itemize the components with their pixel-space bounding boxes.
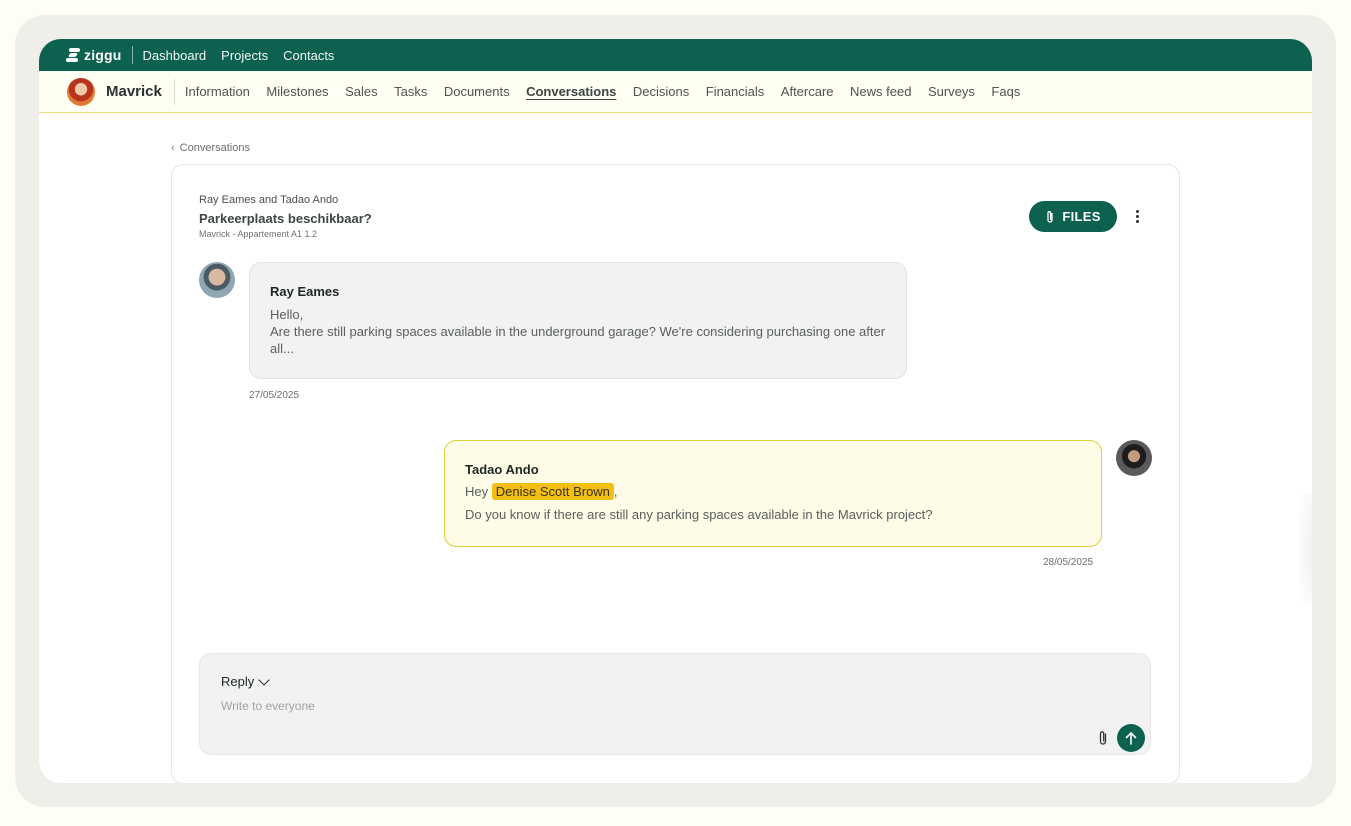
chevron-left-icon: ‹ <box>171 142 175 154</box>
tab-sales[interactable]: Sales <box>345 84 378 99</box>
message-line: Do you know if there are still any parki… <box>465 507 933 522</box>
send-button[interactable] <box>1117 724 1145 752</box>
paperclip-icon <box>1047 210 1053 223</box>
message-line: Are there still parking spaces available… <box>270 324 886 356</box>
conversation-participants: Ray Eames and Tadao Ando <box>199 194 339 206</box>
reply-mode-dropdown[interactable]: Reply <box>221 673 270 689</box>
tab-information[interactable]: Information <box>185 84 250 99</box>
tab-milestones[interactable]: Milestones <box>266 84 328 99</box>
reply-label: Reply <box>221 674 255 689</box>
message-author: Tadao Ando <box>465 462 539 477</box>
topbar-divider <box>131 46 133 64</box>
ziggu-logo[interactable]: ziggu <box>66 47 122 63</box>
nav-contacts[interactable]: Contacts <box>283 48 334 63</box>
message-incoming: Ray Eames Hello, Are there still parking… <box>249 262 907 379</box>
more-options-icon[interactable] <box>1130 205 1144 227</box>
breadcrumb[interactable]: ‹ Conversations <box>171 142 250 154</box>
tab-faqs[interactable]: Faqs <box>991 84 1020 99</box>
message-date: 27/05/2025 <box>249 390 300 401</box>
files-button[interactable]: FILES <box>1029 201 1117 232</box>
attach-icon[interactable] <box>1097 730 1109 746</box>
tab-conversations[interactable]: Conversations <box>526 84 616 99</box>
tab-aftercare[interactable]: Aftercare <box>781 84 834 99</box>
project-name[interactable]: Mavrick <box>106 83 162 100</box>
project-tabs: Information Milestones Sales Tasks Docum… <box>185 84 1020 99</box>
avatar-tadao-ando <box>1116 440 1152 476</box>
nav-projects[interactable]: Projects <box>221 48 268 63</box>
tab-news-feed[interactable]: News feed <box>850 84 911 99</box>
main-nav: Dashboard Projects Contacts <box>143 48 335 63</box>
project-navigation: Mavrick Information Milestones Sales Tas… <box>39 71 1312 113</box>
message-punctuation: , <box>613 484 618 499</box>
files-button-label: FILES <box>1062 209 1101 224</box>
tab-financials[interactable]: Financials <box>706 84 765 99</box>
nav-dashboard[interactable]: Dashboard <box>143 48 207 63</box>
breadcrumb-label: Conversations <box>179 142 250 154</box>
tab-documents[interactable]: Documents <box>444 84 510 99</box>
app-window: ziggu Dashboard Projects Contacts Mavric… <box>39 39 1312 783</box>
conversation-title: Parkeerplaats beschikbaar? <box>199 211 372 226</box>
message-date: 28/05/2025 <box>1043 557 1094 568</box>
message-author: Ray Eames <box>270 284 340 299</box>
tab-surveys[interactable]: Surveys <box>928 84 975 99</box>
conversation-subtitle: Mavrick - Appartement A1 1.2 <box>199 229 318 239</box>
message-line: Hello, <box>270 307 304 322</box>
message-body: Hello, Are there still parking spaces av… <box>270 306 886 357</box>
mention-tag[interactable]: Denise Scott Brown <box>491 483 614 500</box>
tab-tasks[interactable]: Tasks <box>394 84 427 99</box>
project-avatar <box>67 77 95 106</box>
tab-decisions[interactable]: Decisions <box>633 84 689 99</box>
top-navigation-bar: ziggu Dashboard Projects Contacts <box>39 39 1312 71</box>
side-shadow <box>1300 494 1312 604</box>
avatar-ray-eames <box>199 262 235 298</box>
subnav-divider <box>173 78 175 105</box>
brand-name: ziggu <box>84 47 122 63</box>
reply-composer: Reply <box>199 653 1151 755</box>
reply-input[interactable] <box>221 697 921 715</box>
ziggu-logo-icon <box>66 48 80 62</box>
conversation-card: Ray Eames and Tadao Ando Parkeerplaats b… <box>171 164 1180 783</box>
message-greeting: Hey <box>465 484 489 499</box>
chevron-down-icon <box>258 673 270 686</box>
message-line: Hey Denise Scott Brown, <box>465 483 1081 500</box>
arrow-up-icon <box>1125 731 1137 745</box>
message-outgoing: Tadao Ando Hey Denise Scott Brown, Do yo… <box>444 440 1102 547</box>
